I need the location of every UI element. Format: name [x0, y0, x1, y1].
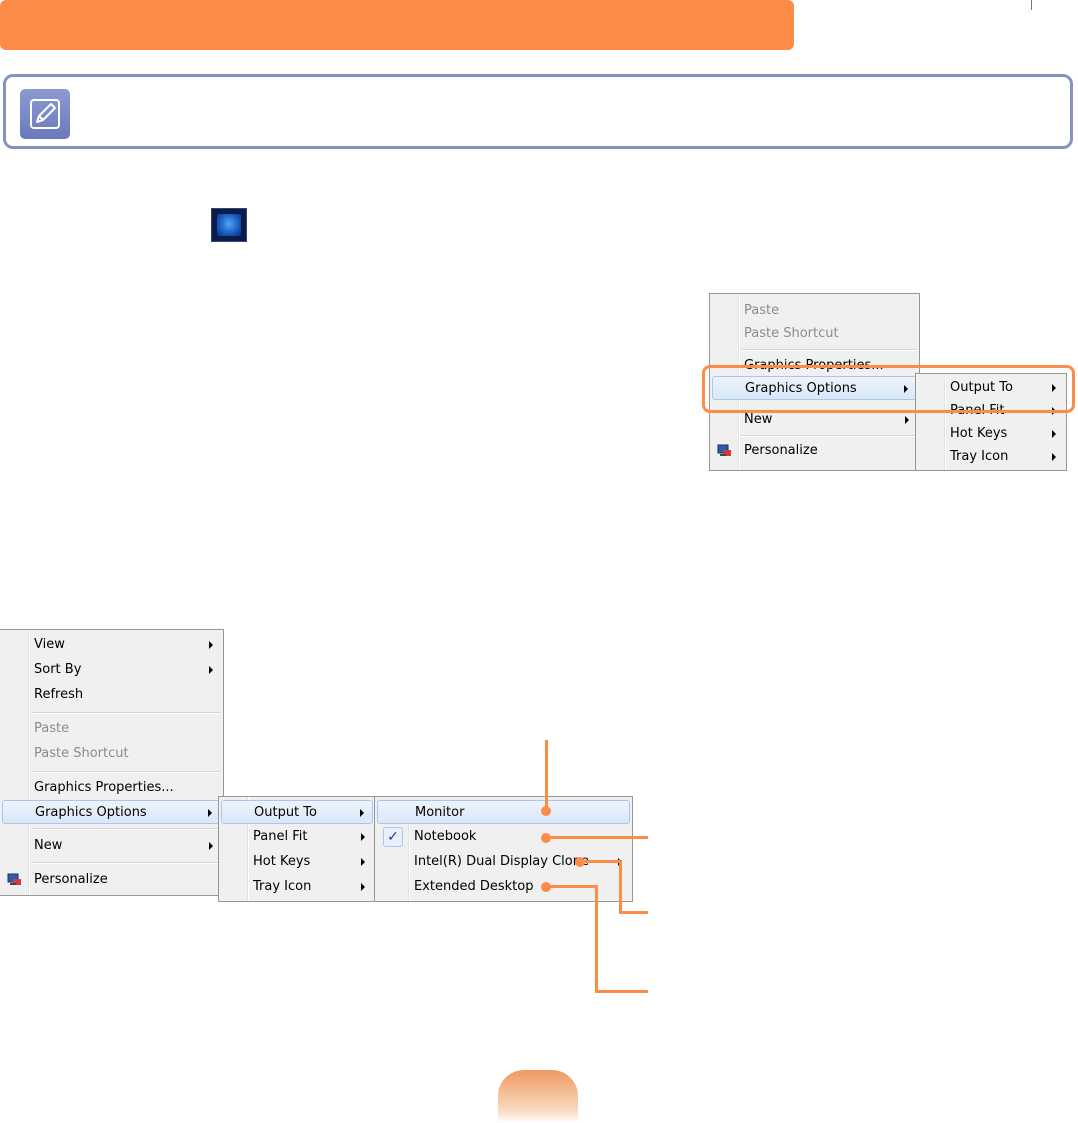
- submenu-arrow-icon: [1052, 453, 1056, 461]
- menu-item-label: Notebook: [414, 829, 477, 844]
- bottom-context-menu: View Sort By Refresh Paste Paste Shortcu…: [0, 629, 224, 896]
- menu-item-paste-shortcut[interactable]: Paste Shortcut: [2, 742, 221, 766]
- menu-item-personalize[interactable]: Personalize: [712, 439, 917, 463]
- menu-item-label: Output To: [254, 805, 317, 820]
- callout-line-extended: [595, 885, 598, 993]
- menu-item-label: Sort By: [34, 662, 82, 677]
- submenu-arrow-icon: [208, 809, 212, 817]
- intel-graphics-tray-icon[interactable]: [211, 208, 247, 242]
- highlight-frame: [702, 365, 1075, 413]
- menu-item-label: Refresh: [34, 687, 84, 702]
- menu-item-label: New: [34, 838, 63, 853]
- callout-line-extended: [546, 885, 598, 888]
- menu-item-label: View: [34, 637, 65, 652]
- submenu-arrow-icon: [209, 666, 213, 674]
- menu-item-label: Hot Keys: [950, 426, 1008, 441]
- pencil-note-icon: [20, 89, 70, 139]
- menu-item-label: Hot Keys: [253, 854, 311, 869]
- submenu-item-hot-keys[interactable]: Hot Keys: [918, 422, 1064, 446]
- menu-item-label: Paste Shortcut: [34, 746, 129, 761]
- output-item-monitor[interactable]: Monitor: [377, 800, 630, 824]
- menu-item-label: New: [744, 412, 773, 427]
- menu-item-paste[interactable]: Paste: [712, 299, 917, 323]
- callout-line-extended: [595, 990, 648, 993]
- callout-dot-monitor: [541, 806, 551, 816]
- menu-item-label: Tray Icon: [253, 879, 312, 894]
- menu-item-label: Paste Shortcut: [744, 326, 839, 341]
- menu-item-sort-by[interactable]: Sort By: [2, 658, 221, 682]
- menu-item-label: Personalize: [34, 872, 108, 887]
- callout-line-dual-clone: [619, 911, 648, 914]
- callout-line-dual-clone: [619, 860, 622, 914]
- submenu-arrow-icon: [209, 641, 213, 649]
- submenu-arrow-icon: [905, 416, 909, 424]
- menu-item-label: Intel(R) Dual Display Clone: [414, 854, 589, 869]
- menu-item-label: Personalize: [744, 443, 818, 458]
- menu-item-paste[interactable]: Paste: [2, 717, 221, 741]
- menu-item-label: Extended Desktop: [414, 879, 534, 894]
- menu-separator: [741, 435, 917, 437]
- submenu-arrow-icon: [361, 858, 365, 866]
- check-icon: ✓: [383, 827, 403, 847]
- submenu-item-tray-icon[interactable]: Tray Icon: [918, 445, 1064, 469]
- menu-item-label: Tray Icon: [950, 449, 1009, 464]
- menu-item-personalize[interactable]: Personalize: [2, 868, 221, 892]
- menu-item-label: Paste: [744, 303, 780, 318]
- callout-line-dual-clone: [580, 860, 622, 863]
- menu-item-refresh[interactable]: Refresh: [2, 683, 221, 707]
- submenu-item-output-to[interactable]: Output To: [221, 800, 373, 824]
- submenu-arrow-icon: [1052, 430, 1056, 438]
- personalize-icon: [717, 444, 731, 456]
- menu-item-label: Monitor: [415, 805, 465, 820]
- callout-line-notebook: [546, 836, 648, 839]
- submenu-item-tray-icon[interactable]: Tray Icon: [221, 875, 373, 899]
- submenu-arrow-icon: [361, 883, 365, 891]
- section-title-bar: [0, 0, 794, 50]
- submenu-item-panel-fit[interactable]: Panel Fit: [221, 825, 373, 849]
- menu-separator: [31, 828, 221, 830]
- menu-item-label: Panel Fit: [253, 829, 308, 844]
- menu-item-graphics-options[interactable]: Graphics Options: [2, 800, 221, 824]
- menu-separator: [31, 771, 221, 773]
- submenu-arrow-icon: [361, 833, 365, 841]
- menu-item-paste-shortcut[interactable]: Paste Shortcut: [712, 322, 917, 346]
- personalize-icon: [7, 873, 21, 885]
- menu-separator: [31, 862, 221, 864]
- bottom-graphics-options-submenu: Output To Panel Fit Hot Keys Tray Icon: [218, 796, 376, 902]
- menu-item-label: Graphics Options: [35, 805, 147, 820]
- submenu-item-hot-keys[interactable]: Hot Keys: [221, 850, 373, 874]
- menu-item-new[interactable]: New: [2, 834, 221, 858]
- menu-separator: [31, 712, 221, 714]
- page-edge-rule: [1031, 0, 1032, 10]
- menu-item-view[interactable]: View: [2, 633, 221, 657]
- menu-separator: [741, 349, 917, 351]
- menu-item-graphics-properties[interactable]: Graphics Properties...: [2, 776, 221, 800]
- submenu-arrow-icon: [209, 842, 213, 850]
- menu-item-label: Graphics Properties...: [34, 780, 174, 795]
- menu-item-label: Paste: [34, 721, 70, 736]
- page-number-tab: [498, 1070, 578, 1123]
- callout-line-monitor: [545, 740, 548, 810]
- note-box: [3, 74, 1073, 149]
- submenu-arrow-icon: [360, 809, 364, 817]
